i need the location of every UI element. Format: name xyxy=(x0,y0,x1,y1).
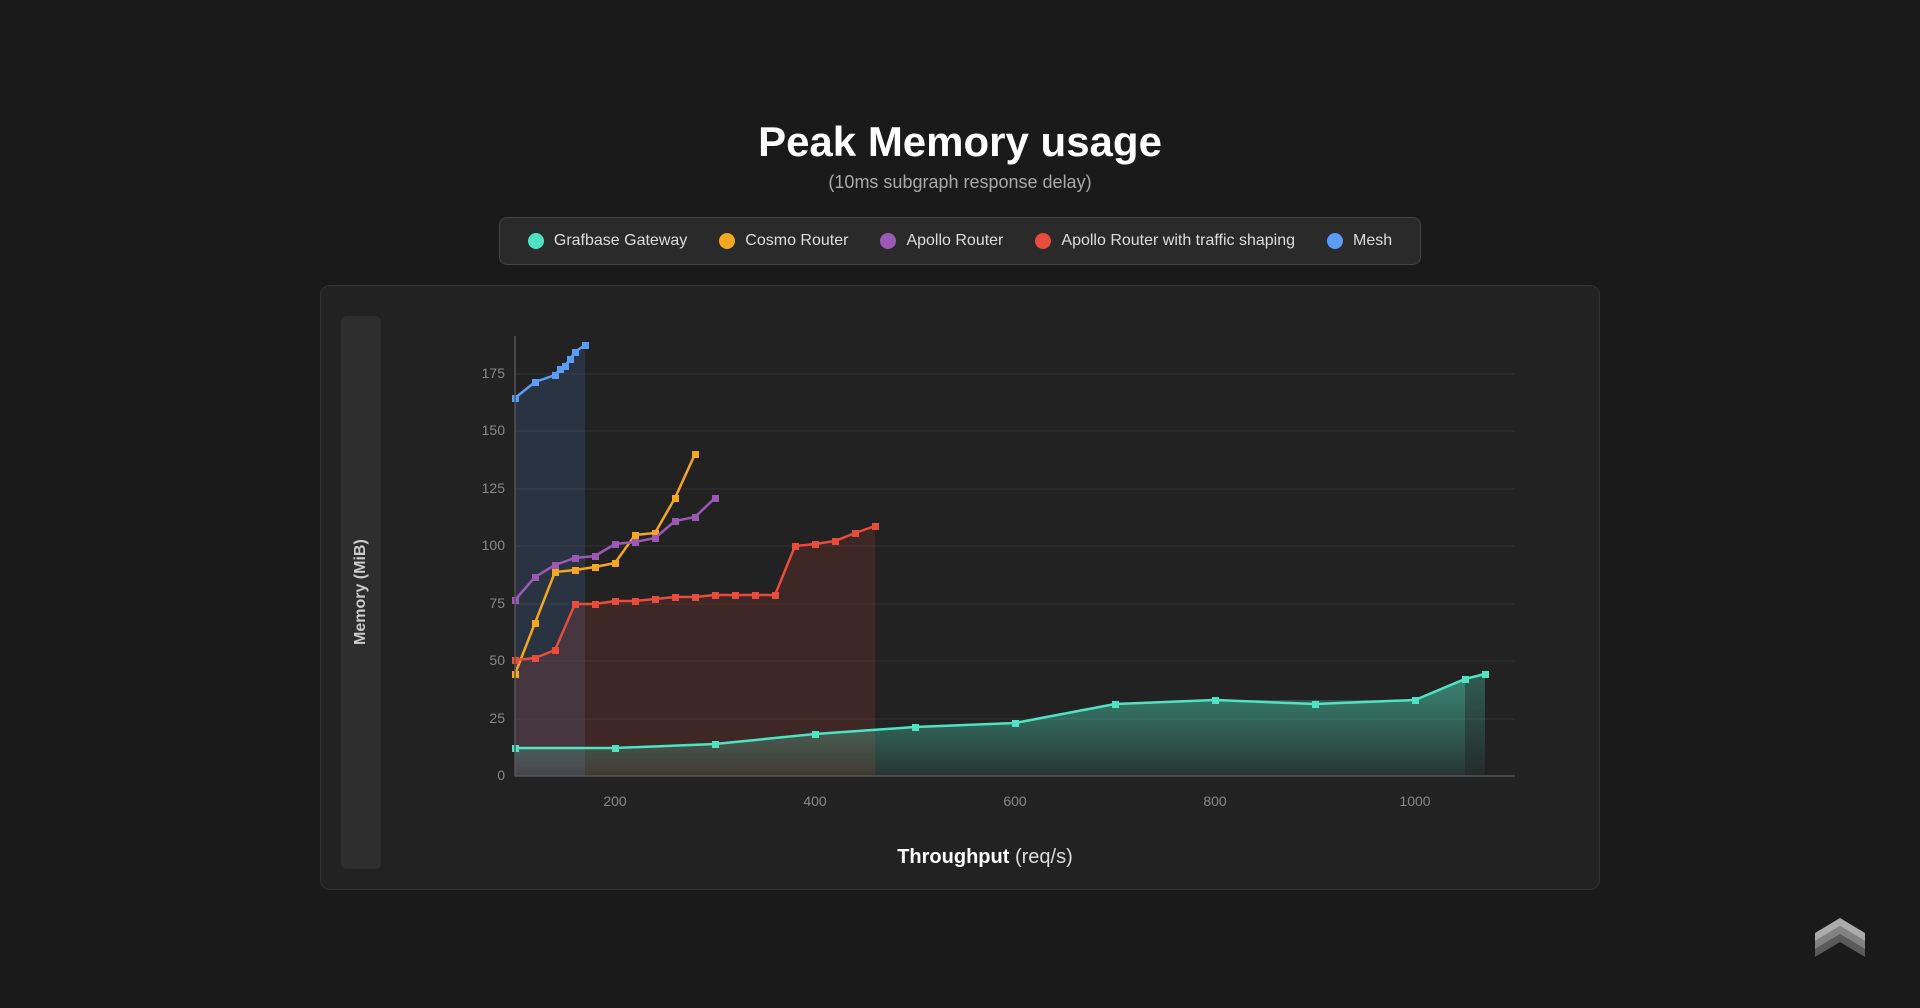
y-axis-label: Memory (MiB) xyxy=(341,316,381,869)
chart-container: Peak Memory usage (10ms subgraph respons… xyxy=(320,118,1600,890)
svg-text:0: 0 xyxy=(497,767,505,783)
svg-text:75: 75 xyxy=(489,595,505,611)
legend-item-apollo: Apollo Router xyxy=(880,232,1003,250)
svg-text:50: 50 xyxy=(489,652,505,668)
mesh-dot xyxy=(1327,233,1343,249)
svg-text:175: 175 xyxy=(482,365,506,381)
svg-text:400: 400 xyxy=(803,793,827,809)
apollo-ts-label: Apollo Router with traffic shaping xyxy=(1061,232,1295,250)
svg-text:25: 25 xyxy=(489,710,505,726)
main-chart: 0 25 50 75 100 125 150 175 200 400 600 8… xyxy=(391,316,1579,836)
logo xyxy=(1810,913,1870,978)
chart-subtitle: (10ms subgraph response delay) xyxy=(828,172,1091,193)
chart-area: 0 25 50 75 100 125 150 175 200 400 600 8… xyxy=(391,316,1579,869)
legend-item-cosmo: Cosmo Router xyxy=(719,232,848,250)
svg-text:1000: 1000 xyxy=(1399,793,1430,809)
mesh-label: Mesh xyxy=(1353,232,1392,250)
cosmo-label: Cosmo Router xyxy=(745,232,848,250)
cosmo-dot xyxy=(719,233,735,249)
x-axis-label-text: Throughput xyxy=(897,846,1009,868)
apollo-label: Apollo Router xyxy=(906,232,1003,250)
svg-text:125: 125 xyxy=(482,480,506,496)
x-axis-label: Throughput (req/s) xyxy=(391,846,1579,869)
grafbase-label: Grafbase Gateway xyxy=(554,232,687,250)
grafbase-dot xyxy=(528,233,544,249)
legend-item-grafbase: Grafbase Gateway xyxy=(528,232,687,250)
svg-text:600: 600 xyxy=(1003,793,1027,809)
chart-wrapper: Memory (MiB) xyxy=(320,285,1600,890)
chart-title: Peak Memory usage xyxy=(758,118,1162,166)
svg-text:150: 150 xyxy=(482,422,506,438)
legend-item-mesh: Mesh xyxy=(1327,232,1392,250)
legend-item-apollo-ts: Apollo Router with traffic shaping xyxy=(1035,232,1295,250)
svg-text:100: 100 xyxy=(482,537,506,553)
legend: Grafbase Gateway Cosmo Router Apollo Rou… xyxy=(499,217,1421,265)
apollo-dot xyxy=(880,233,896,249)
x-axis-unit: (req/s) xyxy=(1015,846,1073,868)
svg-text:800: 800 xyxy=(1203,793,1227,809)
svg-text:200: 200 xyxy=(603,793,627,809)
apollo-ts-dot xyxy=(1035,233,1051,249)
